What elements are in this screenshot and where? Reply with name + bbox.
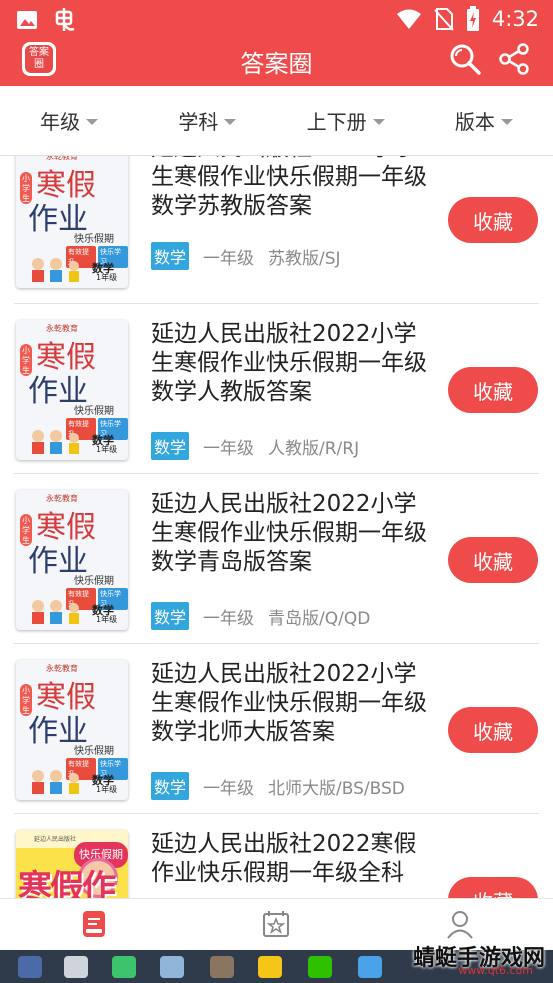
book-cover: 永乾教育 小学生 寒假 作业 快乐假期 有效提升 快乐学习 数学 1年级 — [16, 156, 128, 288]
filter-label: 学科 — [178, 110, 219, 134]
status-right: 4:32 — [396, 6, 539, 32]
search-icon[interactable] — [448, 42, 482, 76]
filter-label: 上下册 — [306, 110, 367, 134]
filter-label: 版本 — [454, 110, 495, 134]
book-icon[interactable] — [79, 909, 109, 939]
app-icon[interactable] — [258, 956, 282, 978]
caret-down-icon — [86, 118, 99, 125]
edition-text: 北师大版/BS/BSD — [268, 778, 405, 799]
bug-icon — [55, 8, 75, 31]
app-icon[interactable] — [358, 956, 382, 978]
list-item[interactable]: 永乾教育 小学生 寒假 作业 快乐假期 有效提升 快乐学习 数学 1年级 延边人… — [0, 156, 553, 304]
subject-tag: 数学 — [151, 772, 190, 800]
kids-illustration-icon — [32, 600, 79, 624]
grade-text: 一年级 — [203, 438, 255, 459]
status-time: 4:32 — [491, 7, 539, 31]
cover-subtitle: 快乐假期 — [74, 576, 114, 587]
list-item[interactable]: 延边人民出版社 快乐假期 寒假作业 延边人民出版社2022寒假作业快乐假期一年级… — [0, 814, 553, 898]
share-icon[interactable] — [497, 42, 531, 76]
kids-illustration-icon — [32, 430, 79, 454]
book-cover: 延边人民出版社 快乐假期 寒假作业 — [16, 830, 128, 898]
book-meta: 数学 一年级 人教版/R/RJ — [151, 432, 359, 460]
list-item[interactable]: 永乾教育 小学生 寒假 作业 快乐假期 有效提升 快乐学习 数学 1年级 延边人… — [0, 644, 553, 814]
app-screen: 4:32 答案圈 答案圈 年级 学科 上下册 版本 永乾教育 小学生 寒假 作业… — [0, 0, 553, 983]
watermark-url: www.qt6.com — [458, 964, 533, 977]
caret-down-icon — [500, 118, 513, 125]
battery-charging-icon — [466, 6, 479, 31]
no-sim-icon — [434, 8, 454, 31]
subject-tag: 数学 — [151, 242, 190, 270]
cover-grade: 1年级 — [96, 615, 118, 624]
book-title[interactable]: 延边人民出版社2022小学生寒假作业快乐假期一年级数学青岛版答案 — [151, 490, 431, 577]
app-icon[interactable] — [210, 956, 234, 978]
grade-text: 一年级 — [203, 608, 255, 629]
status-left — [16, 7, 76, 33]
book-title[interactable]: 延边人民出版社2022小学生寒假作业快乐假期一年级数学人教版答案 — [151, 320, 431, 407]
wifi-icon — [396, 9, 421, 29]
filter-bar: 年级 学科 上下册 版本 — [0, 86, 553, 156]
subject-tag: 数学 — [151, 432, 190, 460]
book-cover: 永乾教育 小学生 寒假 作业 快乐假期 有效提升 快乐学习 数学 1年级 — [16, 660, 128, 800]
cover-grade: 1年级 — [96, 445, 118, 454]
caret-down-icon — [372, 118, 385, 125]
cover-grade: 1年级 — [96, 785, 118, 794]
grade-text: 一年级 — [203, 778, 255, 799]
filter-volume[interactable]: 上下册 — [277, 86, 415, 155]
app-icon[interactable] — [160, 956, 184, 978]
favorite-button[interactable]: 收藏 — [448, 367, 538, 413]
app-icon[interactable] — [18, 956, 42, 978]
favorite-button[interactable]: 收藏 — [448, 877, 538, 898]
list-item[interactable]: 永乾教育 小学生 寒假 作业 快乐假期 有效提升 快乐学习 数学 1年级 延边人… — [0, 304, 553, 474]
book-meta: 数学 一年级 苏教版/SJ — [151, 242, 341, 270]
edition-text: 青岛版/Q/QD — [268, 608, 371, 629]
book-list: 永乾教育 小学生 寒假 作业 快乐假期 有效提升 快乐学习 数学 1年级 延边人… — [0, 156, 553, 898]
subject-tag: 数学 — [151, 602, 190, 630]
star-icon[interactable] — [261, 909, 291, 939]
grade-text: 一年级 — [203, 248, 255, 269]
wechat-icon[interactable] — [308, 956, 332, 978]
book-meta: 数学 一年级 北师大版/BS/BSD — [151, 772, 405, 800]
cover-title: 寒假作业 — [18, 868, 116, 898]
filter-label: 年级 — [40, 110, 81, 134]
book-title[interactable]: 延边人民出版社2022小学生寒假作业快乐假期一年级数学北师大版答案 — [151, 660, 431, 747]
cover-subtitle: 快乐假期 — [74, 234, 114, 245]
book-cover: 永乾教育 小学生 寒假 作业 快乐假期 有效提升 快乐学习 数学 1年级 — [16, 320, 128, 460]
filter-subject[interactable]: 学科 — [138, 86, 276, 155]
favorite-button[interactable]: 收藏 — [448, 197, 538, 243]
edition-text: 苏教版/SJ — [268, 248, 341, 269]
app-icon[interactable] — [112, 956, 136, 978]
cover-subtitle: 快乐假期 — [74, 406, 114, 417]
edition-text: 人教版/R/RJ — [268, 438, 360, 459]
list-item[interactable]: 永乾教育 小学生 寒假 作业 快乐假期 有效提升 快乐学习 数学 1年级 延边人… — [0, 474, 553, 644]
book-meta: 数学 一年级 青岛版/Q/QD — [151, 602, 370, 630]
favorite-button[interactable]: 收藏 — [448, 537, 538, 583]
filter-edition[interactable]: 版本 — [415, 86, 553, 155]
caret-down-icon — [224, 118, 237, 125]
book-title[interactable]: 延边人民出版社2022小学生寒假作业快乐假期一年级数学苏教版答案 — [151, 156, 431, 221]
filter-grade[interactable]: 年级 — [0, 86, 138, 155]
book-title[interactable]: 延边人民出版社2022寒假作业快乐假期一年级全科 — [151, 830, 431, 888]
kids-illustration-icon — [32, 258, 79, 282]
app-bar: 答案圈 答案圈 — [0, 38, 553, 86]
cover-subtitle: 快乐假期 — [74, 746, 114, 757]
status-bar: 4:32 — [0, 0, 553, 38]
book-cover: 永乾教育 小学生 寒假 作业 快乐假期 有效提升 快乐学习 数学 1年级 — [16, 490, 128, 630]
app-icon[interactable] — [64, 956, 88, 978]
cover-grade: 1年级 — [96, 273, 118, 282]
favorite-button[interactable]: 收藏 — [448, 707, 538, 753]
user-icon[interactable] — [445, 909, 475, 939]
kids-illustration-icon — [32, 770, 79, 794]
image-icon — [17, 11, 37, 29]
